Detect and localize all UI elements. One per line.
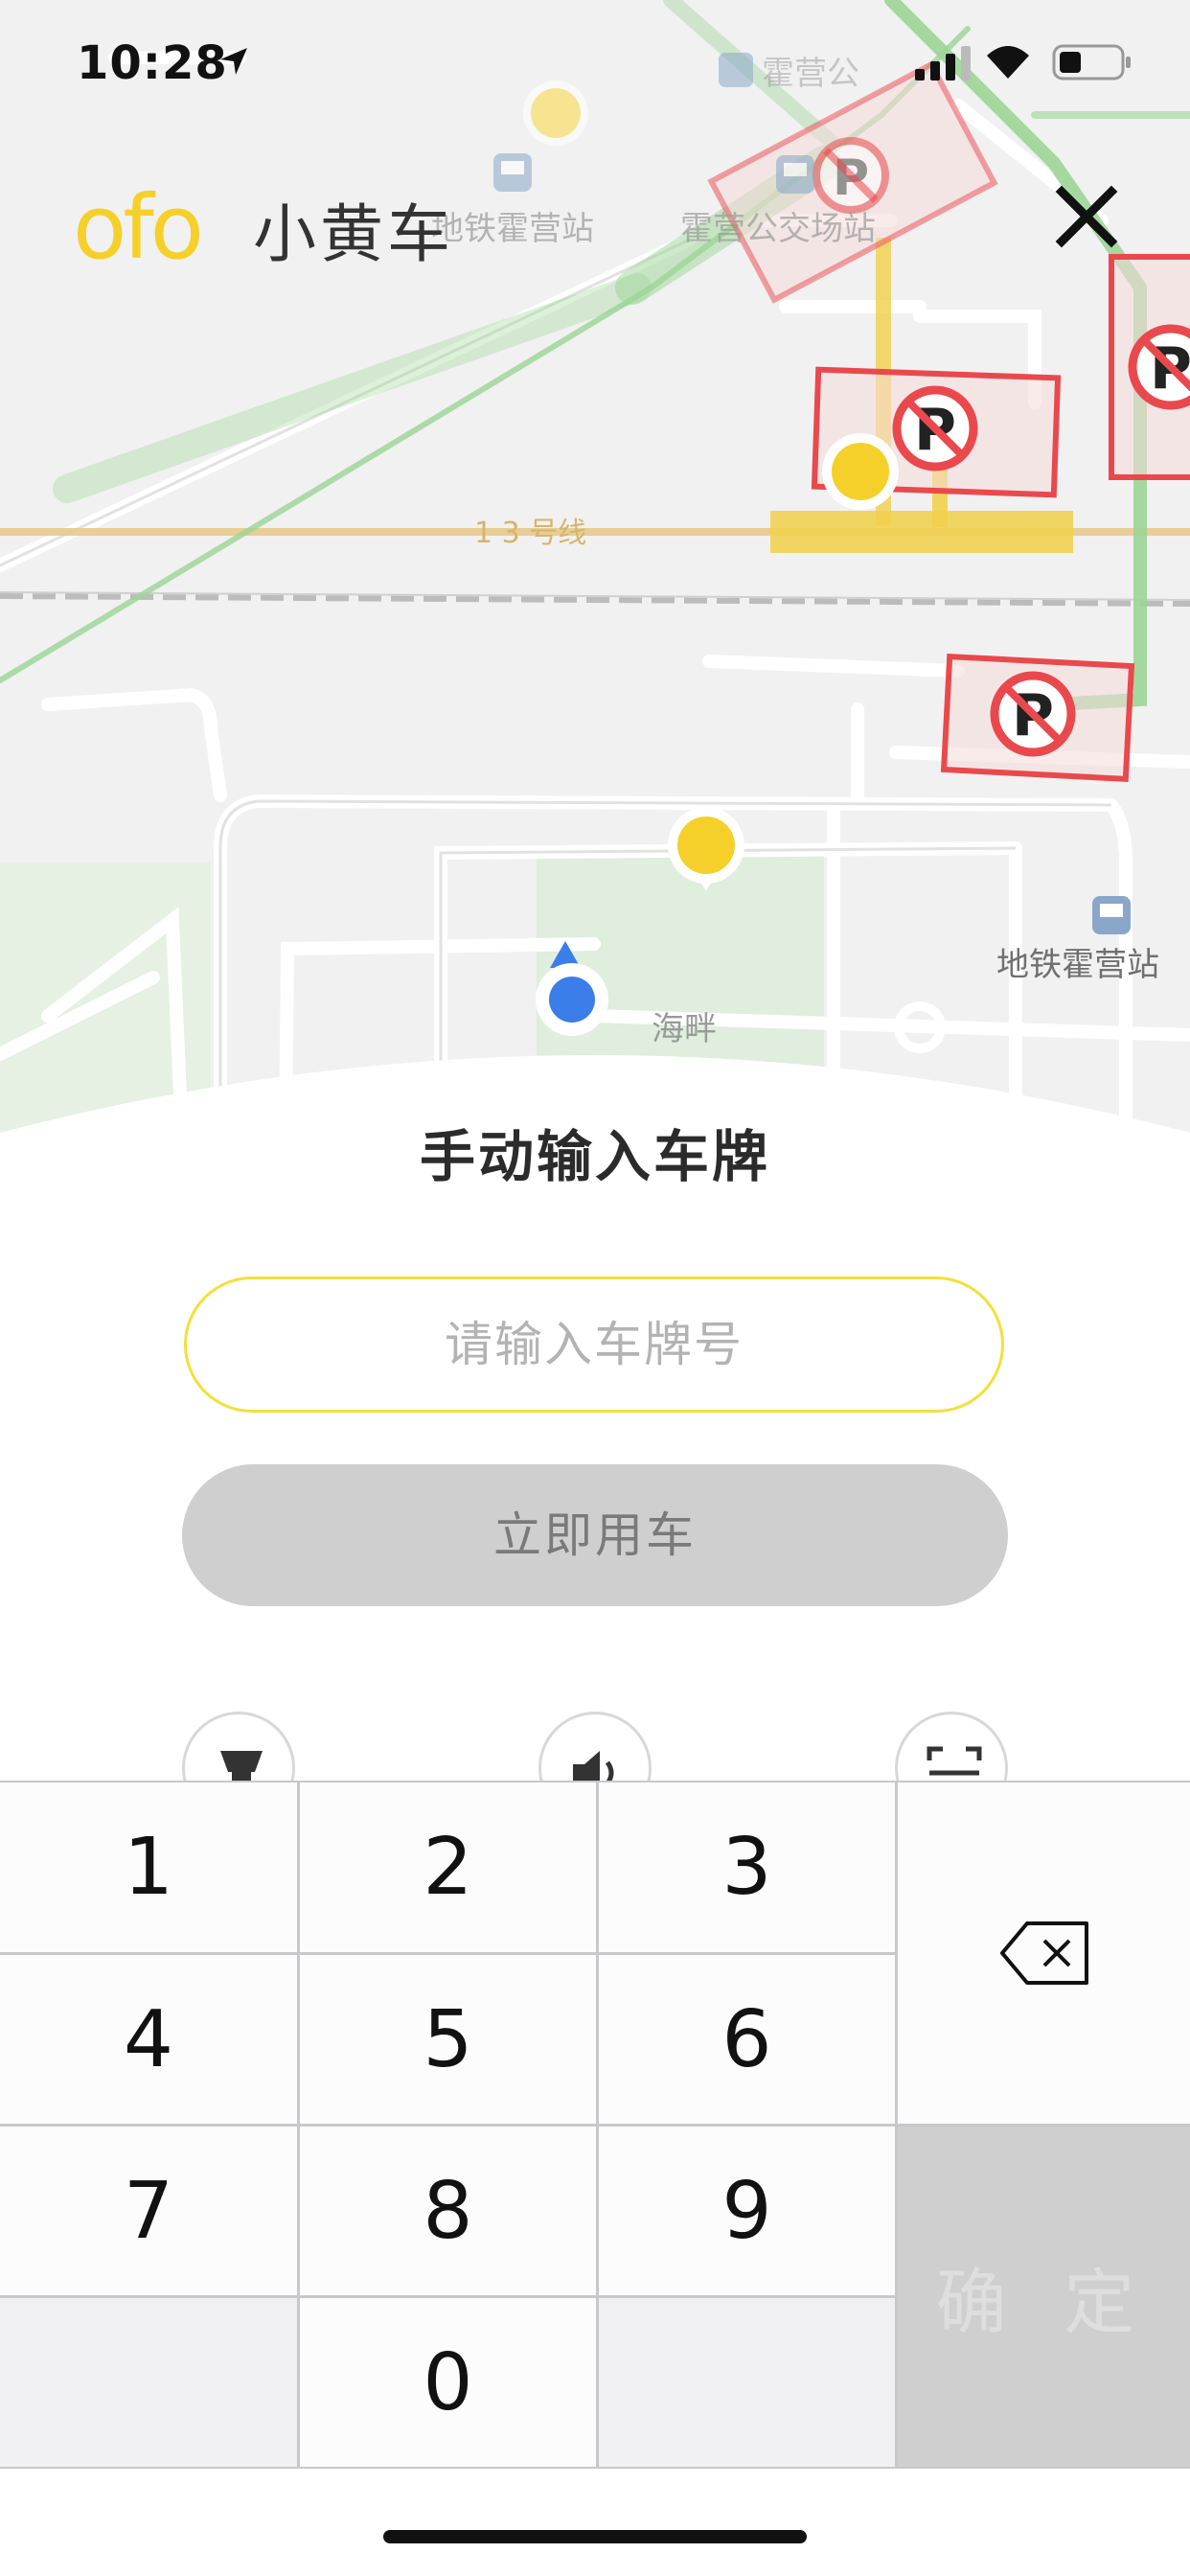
backspace-icon [999, 1921, 1088, 1985]
key-3[interactable]: 3 [599, 1782, 895, 1952]
status-bar: 10:28 [0, 0, 1190, 125]
input-panel [0, 1136, 1190, 1787]
key-5[interactable]: 5 [300, 1955, 596, 2124]
key-8[interactable]: 8 [300, 2127, 596, 2295]
no-parking-icon: P [1128, 324, 1190, 410]
home-indicator[interactable] [383, 2530, 807, 2543]
key-1[interactable]: 1 [0, 1782, 297, 1952]
key-4[interactable]: 4 [0, 1955, 297, 2124]
wifi-icon [987, 46, 1029, 79]
key-empty-right [599, 2298, 895, 2467]
logo-cn-text: 小黄车 [253, 197, 454, 271]
map-label-line-13: 1 3 号线 [474, 517, 586, 550]
no-parking-icon: P [812, 137, 889, 214]
status-time: 10:28 [77, 36, 228, 90]
key-9[interactable]: 9 [599, 2127, 895, 2295]
bus-stop-icon [493, 153, 532, 192]
plate-number-input[interactable] [184, 1276, 1004, 1413]
key-7[interactable]: 7 [0, 2127, 297, 2295]
close-icon[interactable] [1052, 182, 1121, 251]
bus-stop-icon [776, 155, 814, 194]
map-label-station-3: 地铁霍营站 [996, 946, 1159, 984]
location-arrow-icon [220, 48, 247, 75]
bus-stop-icon [1092, 896, 1131, 934]
key-6[interactable]: 6 [599, 1955, 895, 2124]
map-label-station-1: 地铁霍营站 [431, 210, 594, 248]
key-2[interactable]: 2 [300, 1782, 596, 1952]
confirm-key[interactable]: 确 定 [898, 2127, 1190, 2467]
no-parking-icon: P [990, 671, 1076, 757]
logo-ofo-text: ofo [73, 176, 204, 279]
no-parking-icon: P [892, 385, 978, 472]
numeric-keypad: 1 2 3 4 5 6 7 8 9 0 确 定 [0, 1781, 1190, 2469]
map-canvas: P P P P [0, 0, 1190, 1140]
key-0[interactable]: 0 [300, 2298, 596, 2467]
key-empty-left [0, 2298, 297, 2467]
battery-icon [1052, 44, 1131, 80]
backspace-key[interactable] [898, 1782, 1190, 2124]
use-bike-button[interactable]: 立即用车 [182, 1464, 1008, 1606]
bottom-safe-area [0, 2469, 1190, 2576]
bike-pin-icon [822, 433, 899, 510]
cellular-signal-icon [915, 46, 971, 80]
map-label-station-2: 霍营公交场站 [680, 210, 876, 248]
map-view[interactable]: P P P P [0, 0, 1190, 1140]
panel-title: 手动输入车牌 [419, 1124, 770, 1189]
